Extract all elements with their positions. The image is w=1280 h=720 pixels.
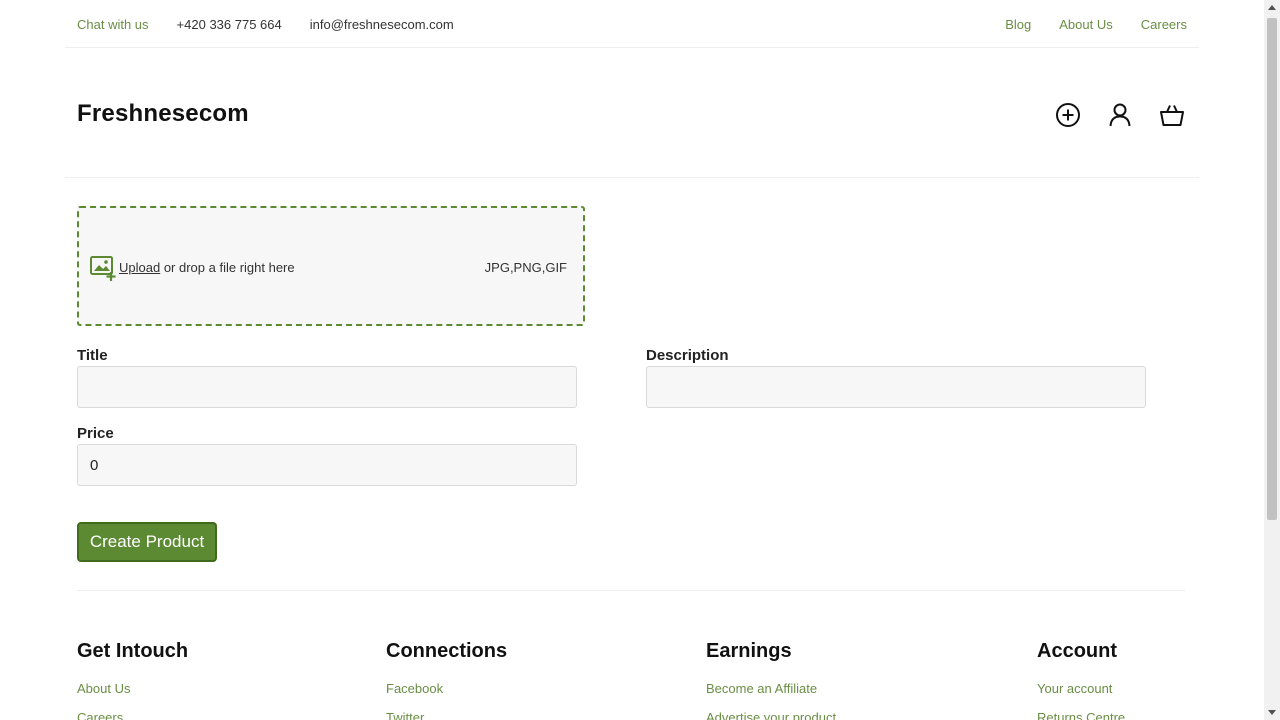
footer-column-connections: Connections Facebook Twitter [386, 640, 507, 720]
footer-link-about-us[interactable]: About Us [77, 681, 188, 696]
email-address[interactable]: info@freshnesecom.com [310, 17, 454, 32]
footer-link-advertise[interactable]: Advertise your product [706, 710, 836, 720]
footer-divider [77, 590, 1185, 591]
scroll-down-icon[interactable] [1268, 710, 1276, 715]
description-input[interactable] [646, 366, 1146, 408]
footer-link-twitter[interactable]: Twitter [386, 710, 507, 720]
image-upload-icon [90, 254, 118, 282]
site-logo[interactable]: Freshnesecom [77, 100, 249, 128]
price-input[interactable] [77, 444, 577, 486]
footer-heading: Earnings [706, 640, 792, 662]
description-label: Description [646, 347, 729, 364]
phone-number[interactable]: +420 336 775 664 [177, 17, 282, 32]
upload-link[interactable]: Upload [119, 260, 160, 275]
user-icon[interactable] [1105, 100, 1135, 130]
nav-link-blog[interactable]: Blog [1005, 17, 1031, 32]
scroll-up-icon[interactable] [1268, 5, 1276, 10]
nav-link-careers[interactable]: Careers [1141, 17, 1187, 32]
footer-heading: Get Intouch [77, 640, 189, 662]
accepted-formats: JPG,PNG,GIF [484, 260, 567, 275]
footer-column-earnings: Earnings Become an Affiliate Advertise y… [706, 640, 836, 720]
plus-circle-icon[interactable] [1053, 100, 1083, 130]
footer-column-get-intouch: Get Intouch About Us Careers [77, 640, 188, 720]
footer-link-affiliate[interactable]: Become an Affiliate [706, 681, 836, 696]
vertical-scrollbar[interactable] [1264, 0, 1280, 720]
title-input[interactable] [77, 366, 577, 408]
footer-link-returns[interactable]: Returns Centre [1037, 710, 1125, 720]
chat-link[interactable]: Chat with us [77, 17, 149, 32]
price-label: Price [77, 425, 114, 442]
footer-column-account: Account Your account Returns Centre [1037, 640, 1125, 720]
footer-link-careers[interactable]: Careers [77, 710, 188, 720]
create-product-button[interactable]: Create Product [77, 522, 217, 562]
footer-link-your-account[interactable]: Your account [1037, 681, 1125, 696]
title-label: Title [77, 347, 108, 364]
top-bar: Chat with us +420 336 775 664 info@fresh… [0, 0, 1264, 48]
footer-heading: Account [1037, 640, 1117, 662]
scrollbar-thumb[interactable] [1267, 18, 1277, 520]
nav-link-about-us[interactable]: About Us [1059, 17, 1112, 32]
basket-icon[interactable] [1157, 100, 1187, 130]
upload-hint: or drop a file right here [160, 260, 295, 275]
footer-heading: Connections [386, 640, 508, 662]
footer-link-facebook[interactable]: Facebook [386, 681, 507, 696]
site-header: Freshnesecom [65, 48, 1199, 178]
upload-instructions: Upload or drop a file right here [119, 260, 295, 275]
file-drop-zone[interactable]: Upload or drop a file right here JPG,PNG… [77, 206, 585, 326]
